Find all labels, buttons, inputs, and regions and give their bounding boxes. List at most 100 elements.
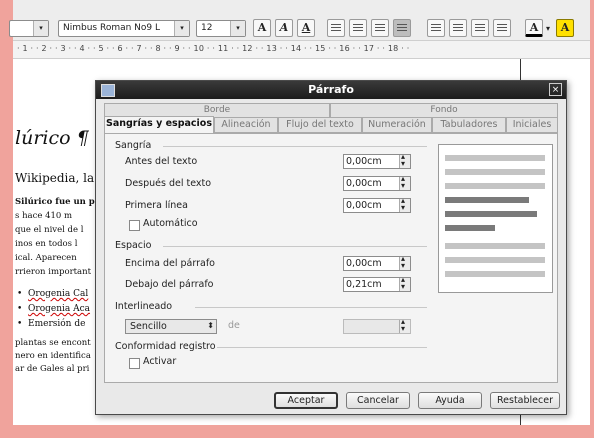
paragraph-preview [438, 144, 553, 293]
activar-checkbox[interactable] [129, 358, 140, 369]
doc-line: plantas se encont [15, 338, 91, 348]
encima-value: 0,00cm [346, 258, 382, 269]
chevron-down-icon[interactable]: ▾ [33, 21, 48, 36]
debajo-label: Debajo del párrafo [125, 279, 214, 290]
accept-button[interactable]: Aceptar [274, 392, 338, 409]
doc-line: inos en todos l [15, 239, 78, 249]
primera-linea-label: Primera línea [125, 200, 188, 211]
paragraph-dialog: Párrafo × Borde Fondo Sangrías y espacio… [95, 80, 567, 415]
preview-line [445, 243, 545, 249]
antes-value: 0,00cm [346, 156, 382, 167]
antes-label: Antes del texto [125, 156, 198, 167]
tab-borde[interactable]: Borde [104, 103, 330, 117]
section-title-interlineado: Interlineado [115, 301, 173, 312]
doc-line: Silúrico fue un pe [15, 197, 101, 207]
spin-arrows-icon[interactable] [399, 317, 410, 333]
dialog-titlebar[interactable]: Párrafo × [96, 81, 566, 99]
despues-spinbox[interactable]: 0,00cm [343, 174, 411, 191]
despues-value: 0,00cm [346, 178, 382, 189]
despues-label: Después del texto [125, 178, 212, 189]
preview-line [445, 183, 545, 189]
doc-line: Wikipedia, la [15, 171, 95, 185]
preview-line [445, 169, 545, 175]
tab-sangrias-espacios[interactable]: Sangrías y espacios [104, 116, 214, 134]
section-title-conformidad: Conformidad registro [115, 341, 216, 352]
preview-line [445, 197, 529, 203]
doc-line: rrieron important [15, 267, 92, 277]
preview-line [445, 271, 545, 277]
numbering-button[interactable] [427, 19, 445, 37]
preview-line [445, 257, 545, 263]
interlineado-de-spinbox[interactable] [343, 317, 411, 334]
font-color-button[interactable]: A [525, 19, 543, 37]
cancel-button[interactable]: Cancelar [346, 392, 410, 409]
primera-linea-spinbox[interactable]: 0,00cm [343, 196, 411, 213]
photo-frame-bottom [0, 425, 594, 438]
interlineado-value: Sencillo [130, 321, 167, 332]
italic-button[interactable]: A [275, 19, 293, 37]
ruler-marks: · 1 · · 2 · · 3 · · 4 · · 5 · · 6 · · 7 … [17, 44, 410, 53]
chevron-down-icon[interactable]: ▾ [174, 21, 189, 36]
help-button[interactable]: Ayuda [418, 392, 482, 409]
align-justify-button[interactable] [393, 19, 411, 37]
underline-button[interactable]: A [297, 19, 315, 37]
increase-indent-button[interactable] [493, 19, 511, 37]
doc-heading: lúrico ¶ [15, 127, 89, 149]
tab-panel: Sangría Antes del texto 0,00cm Después d… [104, 133, 558, 383]
tab-fondo[interactable]: Fondo [330, 103, 558, 117]
photo-frame-right [590, 0, 594, 438]
divider [163, 246, 427, 247]
spin-arrows-icon[interactable] [399, 196, 410, 212]
debajo-spinbox[interactable]: 0,21cm [343, 275, 411, 292]
reset-button[interactable]: Restablecer [490, 392, 560, 409]
spin-arrows-icon[interactable] [399, 152, 410, 168]
debajo-value: 0,21cm [346, 279, 382, 290]
formatting-toolbar: ▾ Nimbus Roman No9 L ▾ 12 ▾ A A A A ▾ A [9, 0, 590, 41]
de-label: de [228, 320, 240, 331]
tab-numeracion[interactable]: Numeración [362, 117, 432, 133]
dialog-title: Párrafo [308, 83, 354, 96]
font-size-combo[interactable]: 12 ▾ [196, 20, 246, 37]
tab-flujo-texto[interactable]: Flujo del texto [278, 117, 362, 133]
automatico-checkbox[interactable] [129, 220, 140, 231]
spin-arrows-icon[interactable] [399, 174, 410, 190]
bullets-button[interactable] [449, 19, 467, 37]
list-item: • Orogenia Cal [17, 289, 89, 299]
preview-line [445, 155, 545, 161]
decrease-indent-button[interactable] [471, 19, 489, 37]
font-size-value: 12 [201, 23, 213, 33]
list-item: • Orogenia Aca [17, 304, 91, 314]
align-center-button[interactable] [349, 19, 367, 37]
doc-line: ical. Aparecen [15, 253, 77, 263]
close-icon[interactable]: × [549, 83, 562, 96]
preview-line [445, 225, 495, 231]
font-name-value: Nimbus Roman No9 L [63, 23, 161, 33]
antes-spinbox[interactable]: 0,00cm [343, 152, 411, 169]
font-name-combo[interactable]: Nimbus Roman No9 L ▾ [58, 20, 190, 37]
activar-label: Activar [143, 356, 177, 367]
tab-tabuladores[interactable]: Tabuladores [432, 117, 506, 133]
doc-line: ar de Gales al pri [15, 364, 90, 374]
encima-label: Encima del párrafo [125, 258, 215, 269]
divider [163, 146, 427, 147]
tab-iniciales[interactable]: Iniciales [506, 117, 558, 133]
encima-spinbox[interactable]: 0,00cm [343, 254, 411, 271]
chevron-down-icon[interactable]: ▾ [230, 21, 245, 36]
highlight-button[interactable]: A [556, 19, 574, 37]
spin-arrows-icon[interactable] [399, 275, 410, 291]
align-left-button[interactable] [327, 19, 345, 37]
chevron-down-icon[interactable]: ▾ [546, 24, 550, 33]
list-item: • Emersión de [17, 319, 86, 329]
section-title-sangria: Sangría [115, 140, 152, 151]
preview-line [445, 211, 537, 217]
section-title-espacio: Espacio [115, 240, 152, 251]
tab-row-top: Borde Fondo [104, 103, 558, 117]
ruler[interactable]: · 1 · · 2 · · 3 · · 4 · · 5 · · 6 · · 7 … [13, 41, 590, 59]
spin-arrows-icon[interactable] [399, 254, 410, 270]
align-right-button[interactable] [371, 19, 389, 37]
divider [217, 347, 427, 348]
tab-alineacion[interactable]: Alineación [214, 117, 278, 133]
interlineado-select[interactable]: Sencillo ⬍ [125, 319, 217, 334]
bold-button[interactable]: A [253, 19, 271, 37]
style-combo[interactable]: ▾ [9, 20, 49, 37]
